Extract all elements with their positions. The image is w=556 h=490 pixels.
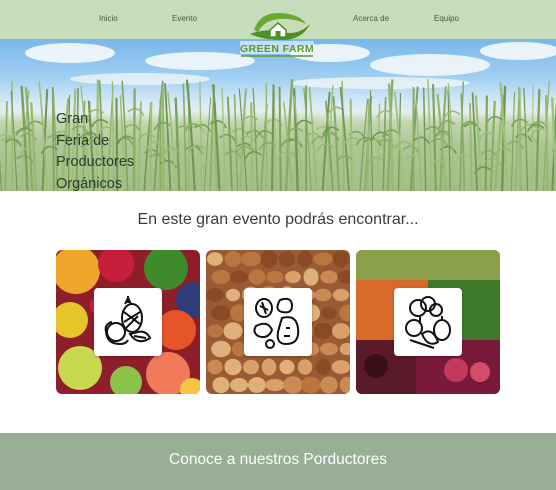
nut — [297, 250, 313, 268]
nut — [243, 359, 259, 375]
nut — [223, 322, 243, 340]
nut — [297, 359, 313, 375]
nut — [279, 359, 295, 375]
nuts-seeds-icon — [253, 297, 300, 349]
nut — [206, 288, 224, 302]
nut — [224, 251, 242, 267]
nut — [229, 270, 249, 284]
nut — [260, 250, 278, 268]
footer-cta-bar[interactable]: Conoce a nuestros Porductores — [0, 433, 556, 490]
nuts-icon-tile — [244, 288, 312, 356]
logo-text: GREEN FARM — [240, 43, 314, 55]
nut — [333, 250, 349, 268]
nut — [224, 358, 242, 376]
nut — [266, 270, 284, 284]
nut — [241, 251, 261, 267]
nut — [285, 270, 301, 284]
nut — [314, 288, 332, 302]
vegetables-icon-tile — [394, 288, 462, 356]
nut — [225, 288, 241, 302]
green-farm-logo[interactable]: GREEN FARM — [236, 10, 318, 62]
nut — [283, 376, 303, 394]
nut — [320, 342, 338, 356]
hero-title-line: Feria de — [56, 132, 110, 149]
nut — [313, 252, 333, 266]
nut — [332, 288, 350, 302]
nut — [321, 306, 337, 320]
nut — [248, 269, 266, 285]
nut — [278, 251, 296, 267]
nut — [301, 376, 321, 394]
nut — [207, 324, 223, 338]
hero-title-line: Productores — [56, 154, 135, 170]
nut — [303, 268, 319, 286]
section-subtitle: En este gran evento podrás encontrar... — [137, 211, 419, 228]
hero-title: Gran Feria de Productores Orgánicos — [56, 109, 186, 191]
nut — [265, 378, 285, 392]
vegetables-icon — [405, 296, 451, 349]
nut — [320, 376, 338, 394]
footer-cta-text[interactable]: Conoce a nuestros Porductores — [0, 451, 556, 469]
hero-title-line: Orgánicos — [56, 175, 123, 192]
nut — [212, 376, 230, 394]
nut — [261, 358, 277, 376]
nut — [248, 377, 266, 393]
nut — [331, 360, 350, 374]
card-nuts[interactable] — [206, 250, 350, 394]
fruits-icon-tile — [94, 288, 162, 356]
nut — [211, 305, 231, 321]
nut — [211, 340, 231, 358]
nav-link-acerca-de[interactable]: Acerca de — [353, 14, 389, 23]
nav-link-inicio[interactable]: Inicio — [99, 14, 118, 23]
nut — [230, 378, 248, 392]
nut — [207, 252, 223, 266]
nut — [332, 323, 350, 339]
hero-title-line: Gran — [56, 111, 89, 127]
card-fruits[interactable] — [56, 250, 200, 394]
nav-link-equipo[interactable]: Equipo — [434, 14, 459, 23]
nut — [313, 322, 333, 340]
nut — [207, 359, 223, 375]
nut — [315, 358, 331, 376]
card-vegetables[interactable] — [356, 250, 500, 394]
nav-link-evento[interactable]: Evento — [172, 14, 197, 23]
fruits-icon — [104, 296, 152, 346]
nut — [320, 270, 338, 284]
nut — [211, 270, 231, 284]
